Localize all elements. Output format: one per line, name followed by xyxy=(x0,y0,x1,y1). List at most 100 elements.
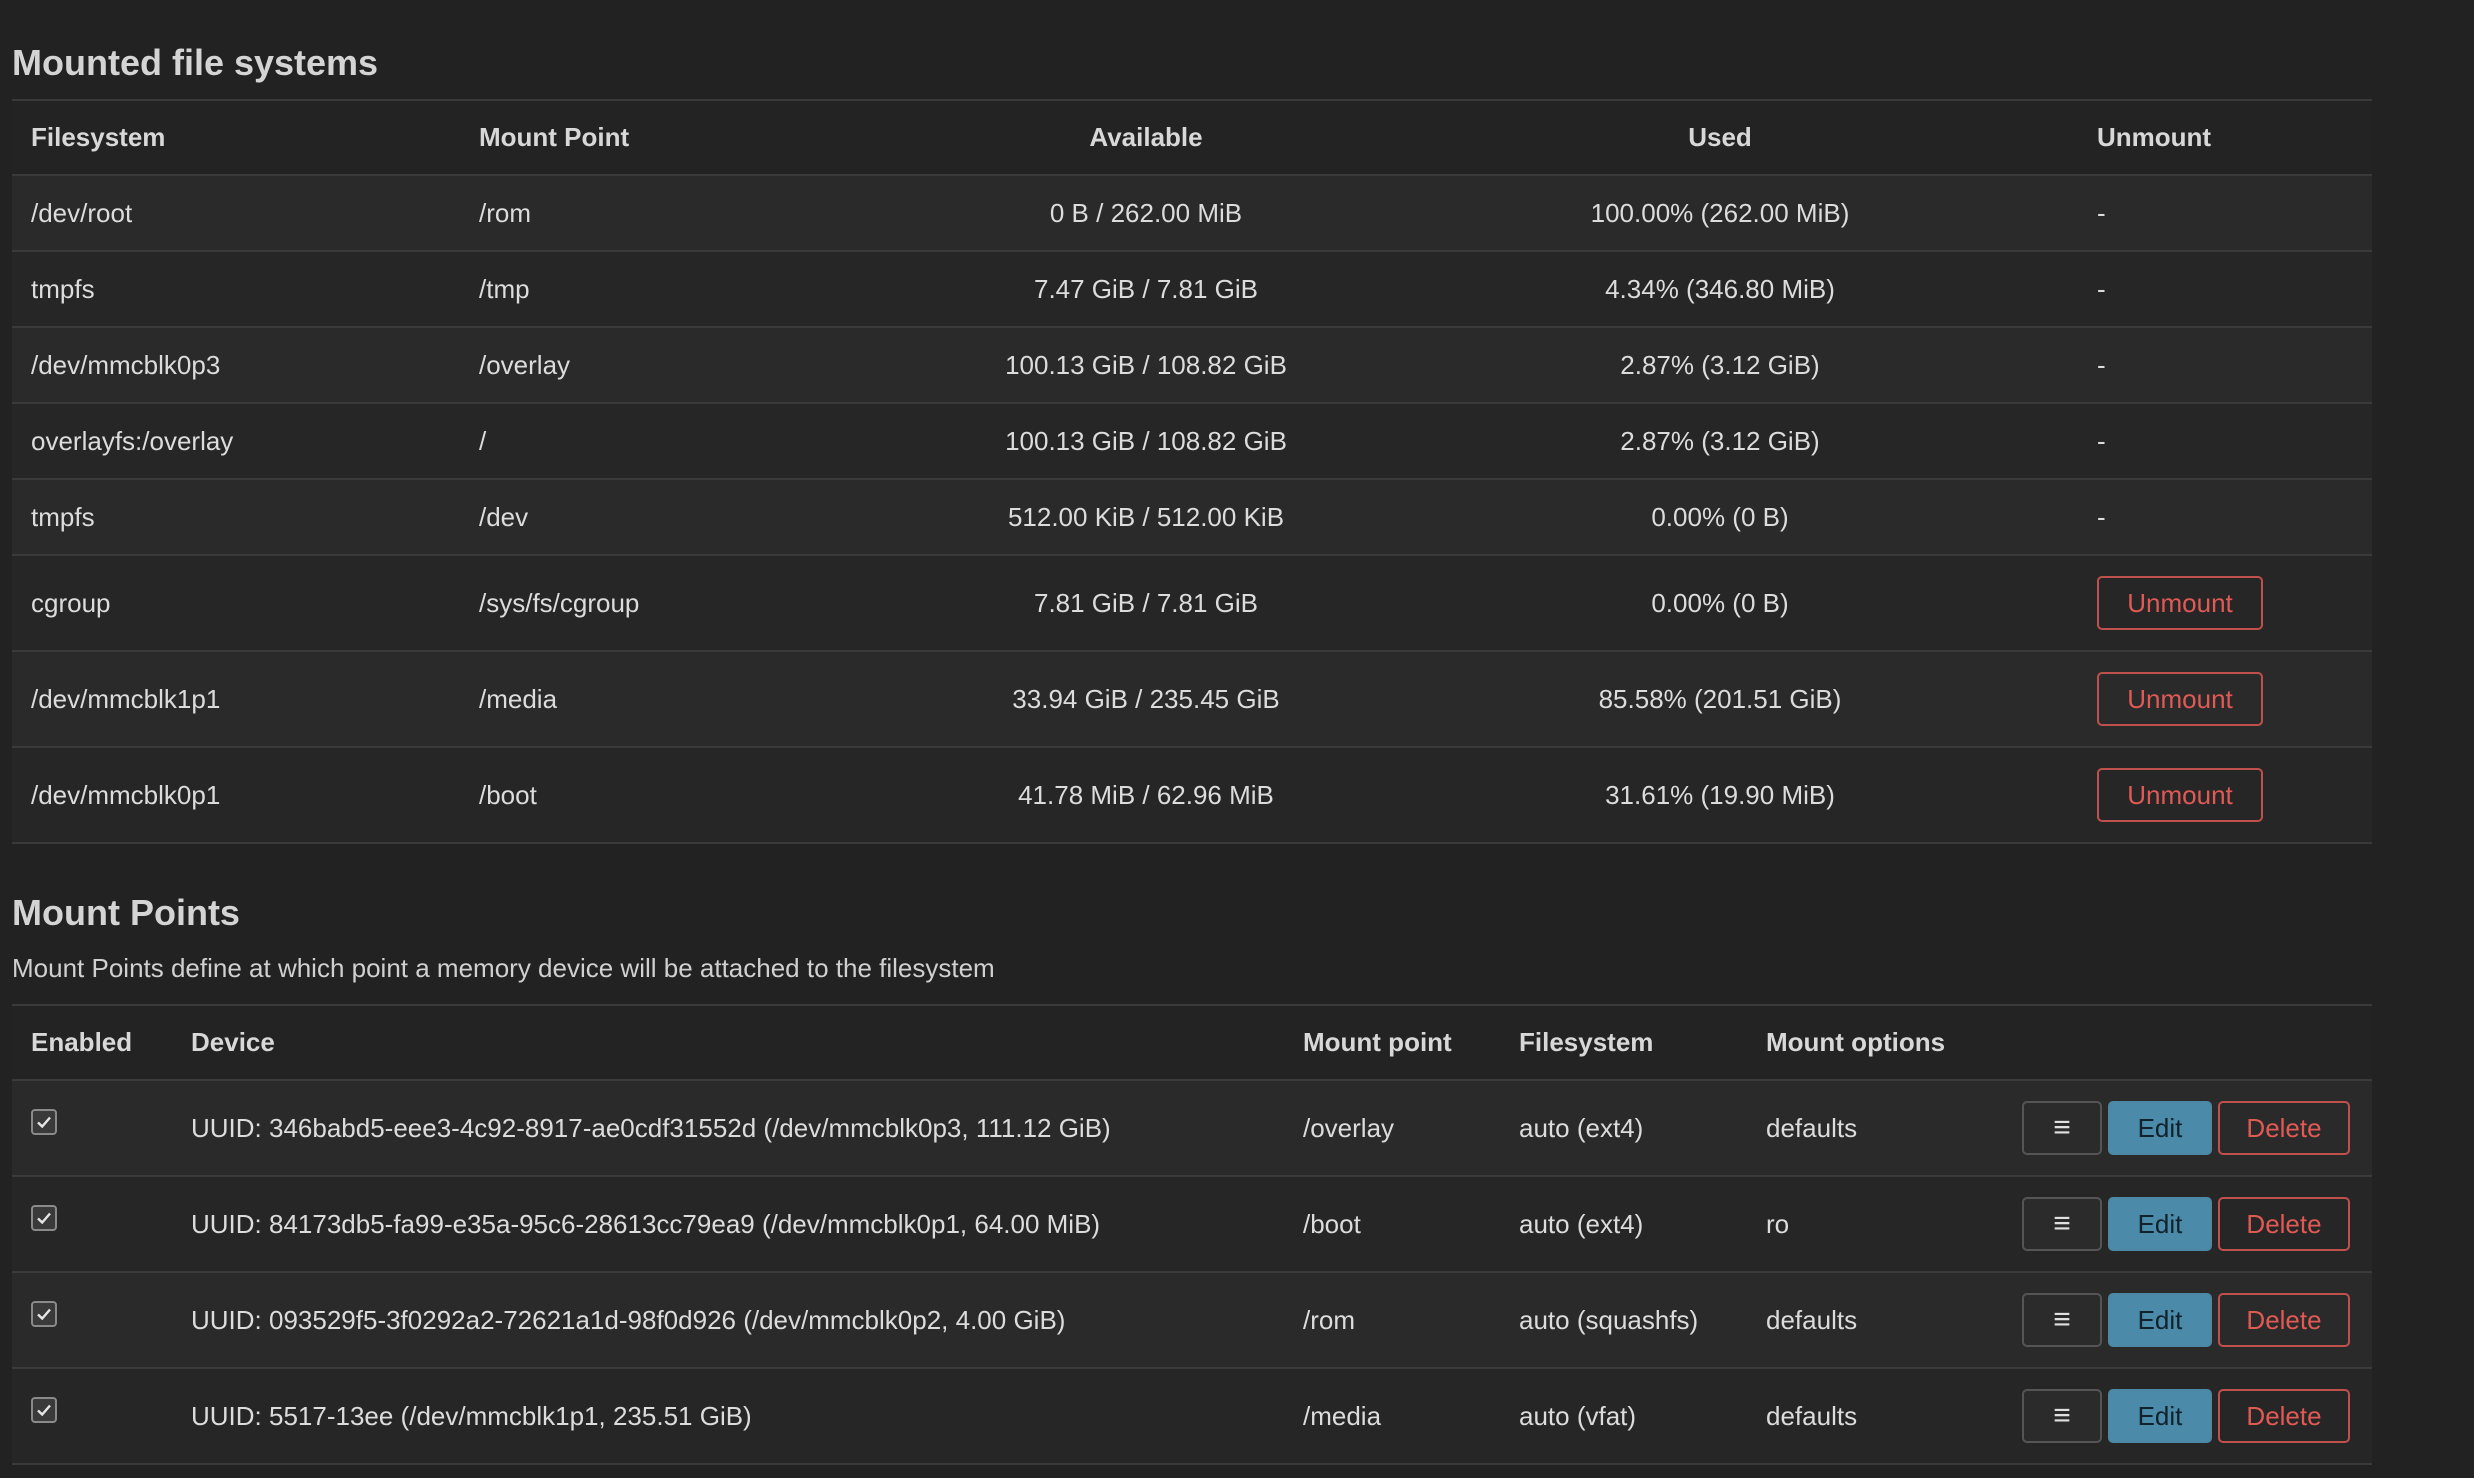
enabled-checkbox[interactable] xyxy=(31,1300,57,1327)
drag-handle-button[interactable]: ≡ xyxy=(2022,1389,2102,1443)
mount-points-table: Enabled Device Mount point Filesystem Mo… xyxy=(12,1004,2372,1465)
unmount-cell: Unmount xyxy=(2078,555,2372,652)
unmount-cell: - xyxy=(2078,403,2372,480)
used-cell: 2.87% (3.12 GiB) xyxy=(1362,403,2078,480)
header-mount-point: Mount point xyxy=(1284,1004,1500,1081)
edit-button[interactable]: Edit xyxy=(2108,1389,2212,1443)
mount-points-title: Mount Points xyxy=(12,892,240,933)
header-enabled: Enabled xyxy=(12,1004,172,1081)
filesystem-cell: auto (squashfs) xyxy=(1500,1272,1747,1369)
device-cell: UUID: 346babd5-eee3-4c92-8917-ae0cdf3155… xyxy=(172,1080,1284,1177)
table-row: UUID: 84173db5-fa99-e35a-95c6-28613cc79e… xyxy=(12,1176,2372,1273)
edit-button[interactable]: Edit xyxy=(2108,1101,2212,1155)
mount-point-cell: /boot xyxy=(1284,1176,1500,1273)
available-cell: 7.47 GiB / 7.81 GiB xyxy=(930,251,1362,328)
enabled-cell xyxy=(12,1080,172,1177)
enabled-cell xyxy=(12,1368,172,1465)
used-cell: 2.87% (3.12 GiB) xyxy=(1362,327,2078,404)
header-mount-options: Mount options xyxy=(1747,1004,1997,1081)
table-row: UUID: 346babd5-eee3-4c92-8917-ae0cdf3155… xyxy=(12,1080,2372,1177)
filesystem-cell: /dev/mmcblk1p1 xyxy=(12,651,460,748)
used-cell: 85.58% (201.51 GiB) xyxy=(1362,651,2078,748)
delete-button[interactable]: Delete xyxy=(2218,1293,2350,1347)
table-row: overlayfs:/overlay/100.13 GiB / 108.82 G… xyxy=(12,403,2372,480)
header-device: Device xyxy=(172,1004,1284,1081)
filesystem-cell: /dev/root xyxy=(12,175,460,252)
filesystem-cell: /dev/mmcblk0p1 xyxy=(12,747,460,844)
actions-cell: ≡ Edit Delete xyxy=(1997,1368,2372,1465)
header-actions xyxy=(1997,1004,2372,1081)
mount-options-cell: defaults xyxy=(1747,1272,1997,1369)
used-cell: 31.61% (19.90 MiB) xyxy=(1362,747,2078,844)
drag-handle-button[interactable]: ≡ xyxy=(2022,1293,2102,1347)
mount-options-cell: ro xyxy=(1747,1176,1997,1273)
enabled-checkbox[interactable] xyxy=(31,1204,57,1231)
mount-point-cell: /sys/fs/cgroup xyxy=(460,555,930,652)
table-row: UUID: 5517-13ee (/dev/mmcblk1p1, 235.51 … xyxy=(12,1368,2372,1465)
used-cell: 100.00% (262.00 MiB) xyxy=(1362,175,2078,252)
available-cell: 33.94 GiB / 235.45 GiB xyxy=(930,651,1362,748)
used-cell: 0.00% (0 B) xyxy=(1362,479,2078,556)
unmount-button[interactable]: Unmount xyxy=(2097,768,2263,822)
table-row: /dev/mmcblk0p1/boot 41.78 MiB / 62.96 MiB… xyxy=(12,747,2372,844)
table-row: /dev/root/rom 0 B / 262.00 MiB 100.00% (26… xyxy=(12,175,2372,252)
edit-button[interactable]: Edit xyxy=(2108,1197,2212,1251)
mount-point-cell: /dev xyxy=(460,479,930,556)
enabled-checkbox[interactable] xyxy=(31,1108,57,1135)
mounted-filesystems-title: Mounted file systems xyxy=(12,42,379,83)
unmount-cell: Unmount xyxy=(2078,747,2372,844)
mount-point-cell: /overlay xyxy=(460,327,930,404)
enabled-cell xyxy=(12,1176,172,1273)
table-row: tmpfs/tmp 7.47 GiB / 7.81 GiB 4.34% (346.8… xyxy=(12,251,2372,328)
unmount-cell: - xyxy=(2078,175,2372,252)
table-row: /dev/mmcblk1p1/media 33.94 GiB / 235.45 G… xyxy=(12,651,2372,748)
mount-point-cell: /boot xyxy=(460,747,930,844)
unmount-cell: - xyxy=(2078,251,2372,328)
header-mount-point: Mount Point xyxy=(460,99,930,176)
mount-options-cell: defaults xyxy=(1747,1080,1997,1177)
drag-handle-button[interactable]: ≡ xyxy=(2022,1197,2102,1251)
header-unmount: Unmount xyxy=(2078,99,2372,176)
filesystem-cell: auto (vfat) xyxy=(1500,1368,1747,1465)
table-row: UUID: 093529f5-3f0292a2-72621a1d-98f0d92… xyxy=(12,1272,2372,1369)
actions-cell: ≡ Edit Delete xyxy=(1997,1080,2372,1177)
drag-handle-button[interactable]: ≡ xyxy=(2022,1101,2102,1155)
unmount-button[interactable]: Unmount xyxy=(2097,672,2263,726)
filesystem-cell: /dev/mmcblk0p3 xyxy=(12,327,460,404)
filesystem-cell: tmpfs xyxy=(12,251,460,328)
mount-point-cell: /overlay xyxy=(1284,1080,1500,1177)
table-header-row: Filesystem Mount Point Available Used Un… xyxy=(12,99,2372,176)
available-cell: 512.00 KiB / 512.00 KiB xyxy=(930,479,1362,556)
edit-button[interactable]: Edit xyxy=(2108,1293,2212,1347)
device-cell: UUID: 5517-13ee (/dev/mmcblk1p1, 235.51 … xyxy=(172,1368,1284,1465)
delete-button[interactable]: Delete xyxy=(2218,1197,2350,1251)
table-row: tmpfs/dev 512.00 KiB / 512.00 KiB 0.00% (0… xyxy=(12,479,2372,556)
mount-point-cell: /rom xyxy=(460,175,930,252)
unmount-button[interactable]: Unmount xyxy=(2097,576,2263,630)
table-header-row: Enabled Device Mount point Filesystem Mo… xyxy=(12,1004,2372,1081)
available-cell: 0 B / 262.00 MiB xyxy=(930,175,1362,252)
actions-cell: ≡ Edit Delete xyxy=(1997,1176,2372,1273)
mount-point-cell: /media xyxy=(1284,1368,1500,1465)
used-cell: 4.34% (346.80 MiB) xyxy=(1362,251,2078,328)
mounted-filesystems-table: Filesystem Mount Point Available Used Un… xyxy=(12,99,2372,844)
unmount-cell: - xyxy=(2078,479,2372,556)
header-used: Used xyxy=(1362,99,2078,176)
table-row: /dev/mmcblk0p3/overlay 100.13 GiB / 108.8… xyxy=(12,327,2372,404)
delete-button[interactable]: Delete xyxy=(2218,1101,2350,1155)
mount-point-cell: /tmp xyxy=(460,251,930,328)
actions-cell: ≡ Edit Delete xyxy=(1997,1272,2372,1369)
enabled-checkbox[interactable] xyxy=(31,1396,57,1423)
used-cell: 0.00% (0 B) xyxy=(1362,555,2078,652)
filesystem-cell: tmpfs xyxy=(12,479,460,556)
device-cell: UUID: 84173db5-fa99-e35a-95c6-28613cc79e… xyxy=(172,1176,1284,1273)
mount-options-cell: defaults xyxy=(1747,1368,1997,1465)
mount-point-cell: /media xyxy=(460,651,930,748)
header-available: Available xyxy=(930,99,1362,176)
header-filesystem: Filesystem xyxy=(12,99,460,176)
filesystem-cell: auto (ext4) xyxy=(1500,1080,1747,1177)
mount-points-description: Mount Points define at which point a mem… xyxy=(12,953,995,983)
enabled-cell xyxy=(12,1272,172,1369)
delete-button[interactable]: Delete xyxy=(2218,1389,2350,1443)
available-cell: 100.13 GiB / 108.82 GiB xyxy=(930,327,1362,404)
